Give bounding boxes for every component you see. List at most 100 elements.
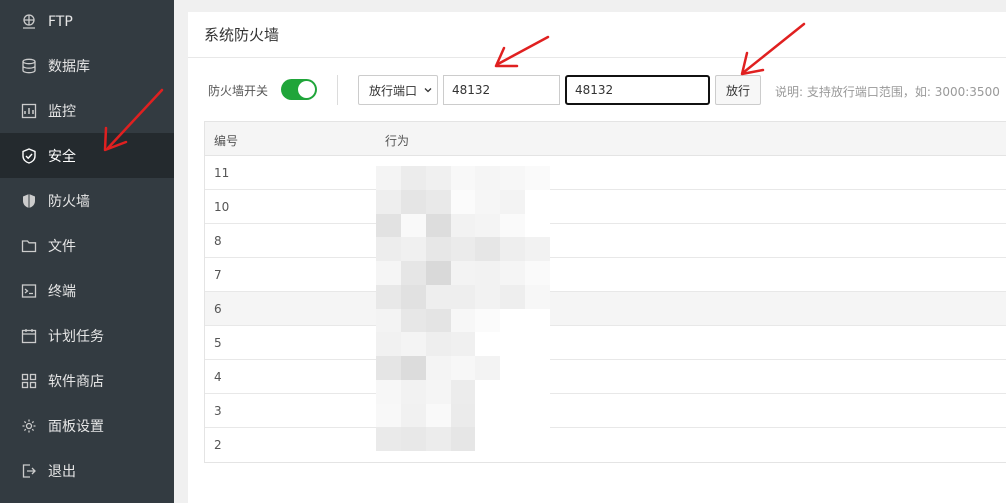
mosaic-block <box>376 189 401 214</box>
mosaic-block <box>500 332 526 356</box>
sidebar-item-logout[interactable]: 退出 <box>0 448 174 493</box>
mosaic-block <box>500 403 526 428</box>
mosaic-block <box>425 284 451 309</box>
sidebar-item-settings[interactable]: 面板设置 <box>0 403 174 448</box>
mosaic-block <box>425 213 451 238</box>
mosaic-block <box>450 308 476 333</box>
sidebar: FTP 数据库 监控 安全 防火墙 文件 终端 计划任务 软件商店 面板设置 退… <box>0 0 174 503</box>
mosaic-block <box>525 284 550 309</box>
mosaic-block <box>450 332 476 356</box>
firewall-toolbar: 防火墙开关 放行端口 48132 48132 放行 说明: 支持放行端口范围，如… <box>188 75 1006 105</box>
ftp-icon <box>20 13 38 31</box>
redacted-mosaic <box>376 166 550 451</box>
mosaic-block <box>475 237 501 261</box>
mosaic-block <box>425 403 451 428</box>
sidebar-item-label: 安全 <box>48 148 76 165</box>
folder-icon <box>20 237 38 255</box>
help-text: 说明: 支持放行端口范围，如: 3000:3500 <box>775 85 1000 99</box>
page-title: 系统防火墙 <box>188 12 1006 58</box>
mosaic-block <box>400 189 426 214</box>
sidebar-item-monitor[interactable]: 监控 <box>0 88 174 133</box>
mosaic-block <box>525 332 550 356</box>
firewall-toggle[interactable] <box>281 79 317 100</box>
mosaic-block <box>450 213 476 238</box>
sidebar-item-terminal[interactable]: 终端 <box>0 268 174 313</box>
row-id: 8 <box>214 234 222 248</box>
toggle-knob <box>298 81 315 98</box>
row-id: 10 <box>214 200 230 214</box>
sidebar-item-ftp[interactable]: FTP <box>0 0 174 43</box>
firewall-switch-label: 防火墙开关 <box>208 84 269 98</box>
terminal-icon <box>20 282 38 300</box>
mosaic-block <box>400 308 426 333</box>
task-icon <box>20 327 38 345</box>
sidebar-item-label: FTP <box>48 13 73 30</box>
mosaic-block <box>475 379 501 404</box>
column-header-action: 行为 <box>385 134 410 148</box>
sidebar-item-database[interactable]: 数据库 <box>0 43 174 88</box>
sidebar-item-label: 计划任务 <box>48 328 104 345</box>
firewall-panel: 系统防火墙 防火墙开关 放行端口 48132 48132 放行 说明: 支持放行… <box>188 12 1006 503</box>
mosaic-block <box>450 403 476 428</box>
mosaic-block <box>376 427 401 451</box>
port-input-remark[interactable]: 48132 <box>565 75 710 105</box>
mosaic-block <box>525 261 550 285</box>
sidebar-item-label: 退出 <box>48 463 76 480</box>
sidebar-item-label: 数据库 <box>48 58 90 75</box>
mosaic-block <box>425 166 451 190</box>
mosaic-block <box>400 284 426 309</box>
monitor-icon <box>20 102 38 120</box>
sidebar-item-security[interactable]: 安全 <box>0 133 174 178</box>
row-id: 4 <box>214 370 222 384</box>
rule-type-value: 放行端口 <box>369 83 418 98</box>
mosaic-block <box>400 356 426 380</box>
sidebar-item-label: 文件 <box>48 238 76 255</box>
mosaic-block <box>475 427 501 451</box>
sidebar-item-firewall[interactable]: 防火墙 <box>0 178 174 223</box>
chevron-down-icon <box>424 88 432 93</box>
mosaic-block <box>500 189 526 214</box>
mosaic-block <box>525 403 550 428</box>
allow-button[interactable]: 放行 <box>715 75 761 105</box>
gear-icon <box>20 417 38 435</box>
table-row: 2 <box>205 428 1006 462</box>
sidebar-item-cron[interactable]: 计划任务 <box>0 313 174 358</box>
sidebar-item-files[interactable]: 文件 <box>0 223 174 268</box>
table-row: 8 <box>205 224 1006 258</box>
mosaic-block <box>500 166 526 190</box>
mosaic-block <box>525 237 550 261</box>
mosaic-block <box>500 213 526 238</box>
sidebar-item-label: 终端 <box>48 283 76 300</box>
port-input-start-value: 48132 <box>452 83 491 97</box>
mosaic-block <box>376 379 401 404</box>
mosaic-block <box>525 427 550 451</box>
table-row: 7 <box>205 258 1006 292</box>
port-input-start[interactable]: 48132 <box>443 75 560 105</box>
divider <box>337 75 338 105</box>
sidebar-item-store[interactable]: 软件商店 <box>0 358 174 403</box>
firewall-icon <box>20 192 38 210</box>
rule-type-select[interactable]: 放行端口 <box>358 75 438 105</box>
sidebar-item-label: 监控 <box>48 103 76 120</box>
mosaic-block <box>425 237 451 261</box>
row-id: 5 <box>214 336 222 350</box>
mosaic-block <box>450 166 476 190</box>
mosaic-block <box>450 237 476 261</box>
mosaic-block <box>475 403 501 428</box>
mosaic-block <box>525 379 550 404</box>
sidebar-item-label: 防火墙 <box>48 193 90 210</box>
table-row: 3 <box>205 394 1006 428</box>
mosaic-block <box>376 332 401 356</box>
mosaic-block <box>500 237 526 261</box>
mosaic-block <box>400 332 426 356</box>
mosaic-block <box>400 403 426 428</box>
mosaic-block <box>425 332 451 356</box>
mosaic-block <box>376 166 401 190</box>
table-row: 11 <box>205 156 1006 190</box>
mosaic-block <box>400 261 426 285</box>
mosaic-block <box>500 284 526 309</box>
mosaic-block <box>525 189 550 214</box>
sidebar-item-label: 软件商店 <box>48 373 104 390</box>
mosaic-block <box>400 379 426 404</box>
mosaic-block <box>475 213 501 238</box>
